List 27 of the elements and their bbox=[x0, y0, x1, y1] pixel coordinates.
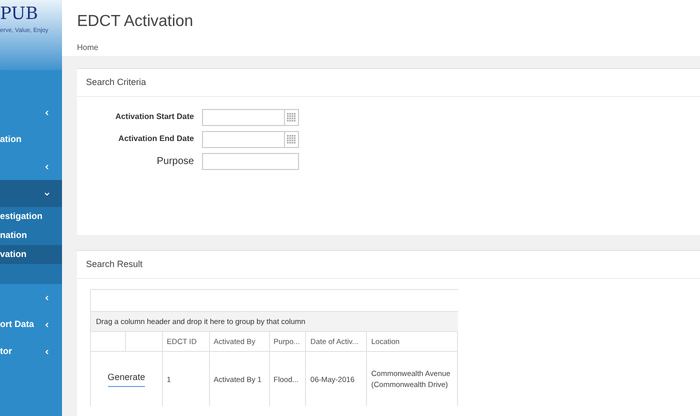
logo-text: PUB bbox=[0, 6, 39, 23]
sidebar-item[interactable]: ation bbox=[0, 126, 62, 153]
date-input-field[interactable] bbox=[202, 108, 299, 126]
breadcrumb-link[interactable]: Home bbox=[77, 42, 98, 54]
generate-link[interactable]: Generate bbox=[108, 371, 146, 387]
chevron-left-icon bbox=[44, 164, 50, 170]
submenu-item[interactable]: nation bbox=[0, 226, 62, 245]
chevron-left-icon bbox=[44, 110, 50, 116]
chevron-down-icon bbox=[44, 190, 50, 196]
field-label: Purpose bbox=[156, 154, 194, 168]
date-input-field[interactable] bbox=[202, 130, 299, 148]
sidebar-item[interactable]: ort Data bbox=[0, 311, 62, 338]
panel-title: Search Criteria bbox=[77, 69, 700, 97]
submenu-item[interactable]: vation bbox=[0, 245, 62, 264]
chevron-left-icon bbox=[44, 348, 50, 354]
text-input-field[interactable] bbox=[202, 152, 299, 170]
sidebar-item[interactable] bbox=[0, 180, 62, 207]
calendar-icon bbox=[287, 134, 296, 144]
panel-title: Search Result bbox=[77, 251, 700, 279]
field-label: Activation Start Date bbox=[115, 111, 194, 123]
chevron-left-icon bbox=[44, 294, 50, 300]
sidebar-item[interactable]: tor bbox=[0, 338, 62, 365]
page-title: EDCT Activation bbox=[77, 12, 194, 32]
calendar-icon bbox=[287, 112, 296, 122]
field-label: Activation End Date bbox=[118, 133, 194, 145]
chevron-left-icon bbox=[44, 322, 50, 328]
submenu-item[interactable]: estigation bbox=[0, 207, 62, 226]
